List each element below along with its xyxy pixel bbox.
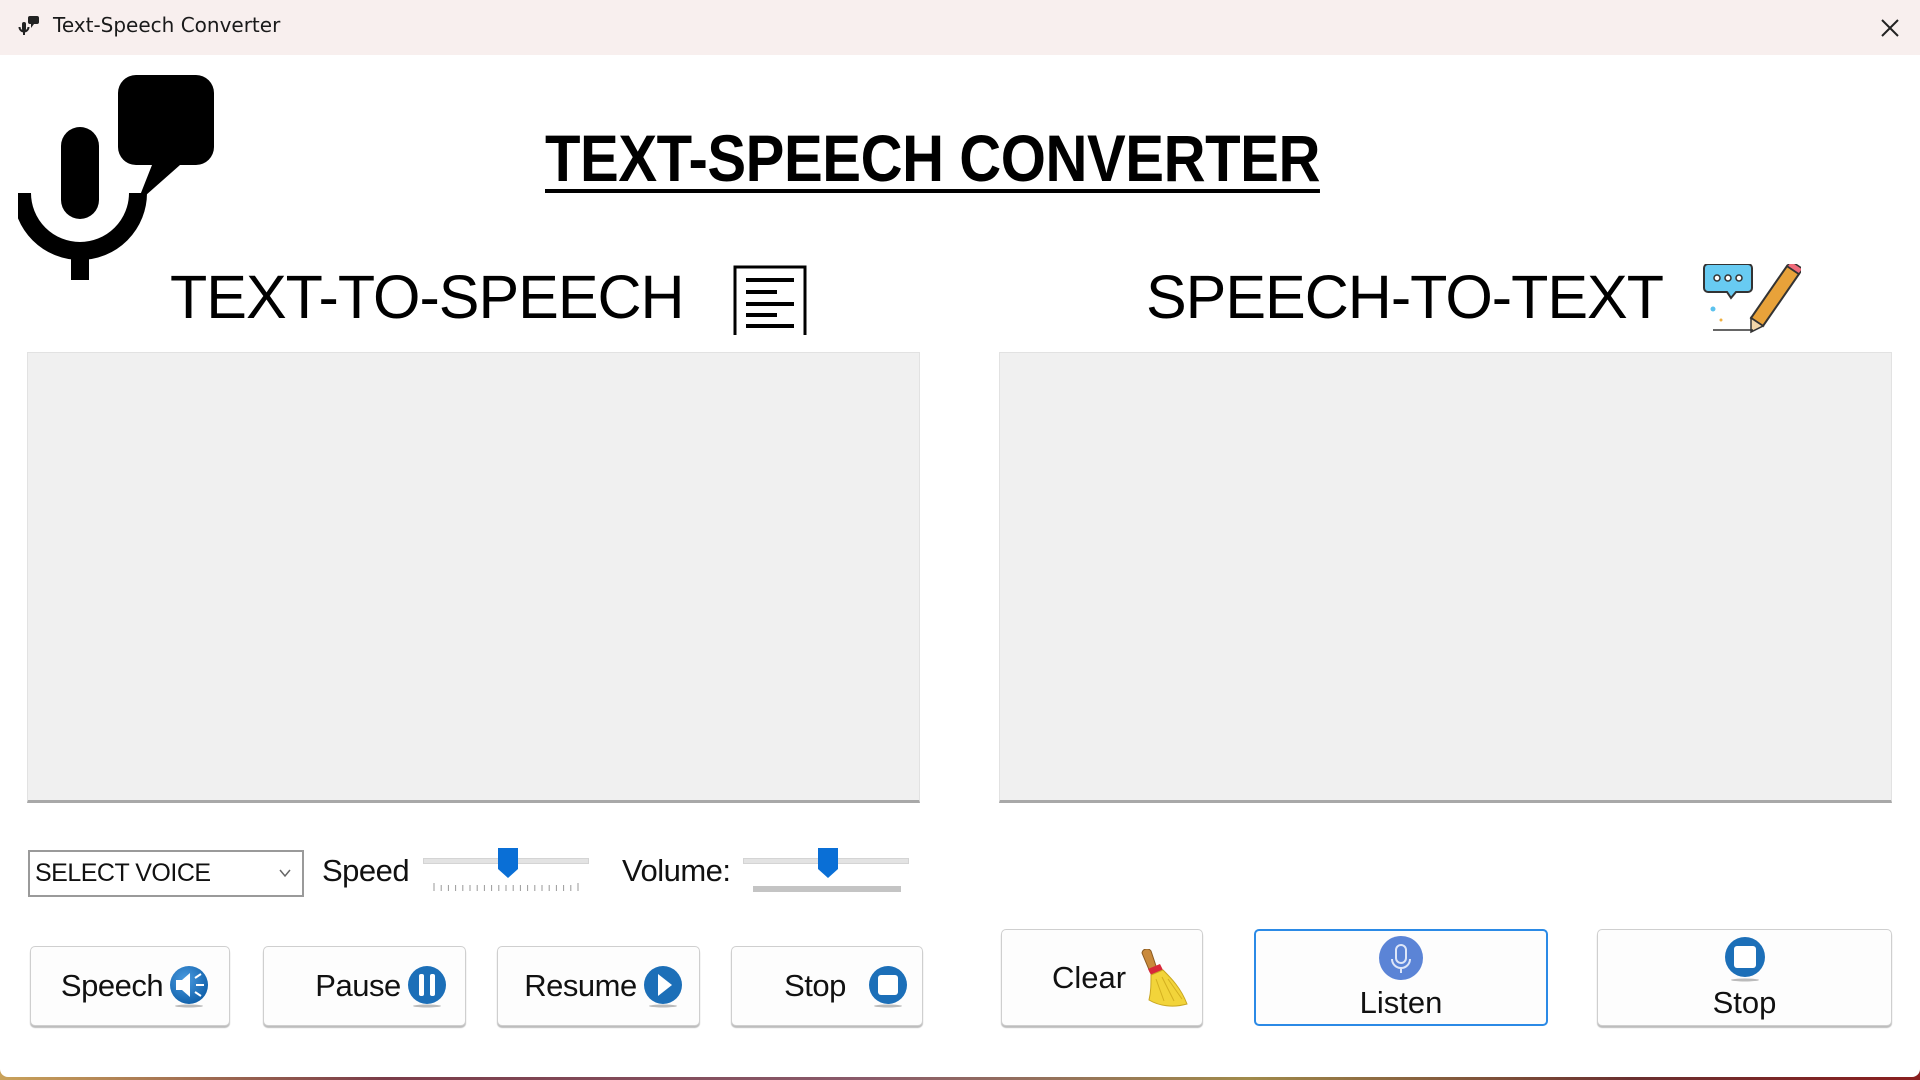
window-title: Text-Speech Converter: [53, 13, 281, 37]
stop-speech-button-label: Stop: [784, 968, 846, 1003]
volume-slider[interactable]: [743, 845, 909, 895]
stt-text-output[interactable]: [999, 352, 1892, 803]
page-title: TEXT-SPEECH CONVERTER: [545, 121, 1320, 195]
volume-slider-bar: [753, 886, 901, 892]
speed-slider[interactable]: [423, 845, 589, 895]
resume-button-label: Resume: [524, 968, 637, 1003]
document-lines-icon: [733, 265, 807, 335]
resume-button[interactable]: Resume: [497, 946, 700, 1026]
voice-select-value: SELECT VOICE: [35, 859, 211, 887]
pause-button[interactable]: Pause: [263, 946, 466, 1026]
title-bar: Text-Speech Converter: [0, 0, 1920, 55]
tts-heading: TEXT-TO-SPEECH: [170, 263, 685, 331]
pause-icon: [407, 966, 446, 1008]
app-window: Text-Speech Converter TEXT-SPEECH CONVER…: [0, 0, 1920, 1077]
chevron-down-icon: [279, 869, 291, 878]
stop-listening-button[interactable]: Stop: [1597, 929, 1892, 1026]
stop-speech-button[interactable]: Stop: [731, 946, 923, 1026]
listen-button-label: Listen: [1359, 984, 1443, 1020]
stop-icon: [1724, 936, 1765, 981]
speed-label: Speed: [322, 853, 410, 888]
broom-icon: [1141, 948, 1188, 1007]
speech-button-label: Speech: [60, 968, 164, 1003]
clear-button[interactable]: Clear: [1001, 929, 1203, 1026]
microphone-icon: [1379, 935, 1423, 980]
stt-heading: SPEECH-TO-TEXT: [1146, 263, 1664, 331]
mic-speech-bubble-logo: [18, 75, 214, 280]
tts-text-input[interactable]: [27, 352, 920, 803]
voice-select[interactable]: SELECT VOICE: [28, 850, 304, 897]
mic-speech-icon: [18, 16, 39, 35]
clear-button-label: Clear: [1051, 959, 1127, 995]
speech-button[interactable]: Speech: [30, 946, 230, 1026]
pause-button-label: Pause: [315, 968, 401, 1003]
volume-label: Volume:: [622, 853, 731, 888]
close-icon: [1881, 18, 1899, 37]
speed-slider-ticks: [433, 883, 579, 891]
speaker-icon: [170, 966, 209, 1008]
stop-icon: [868, 966, 907, 1008]
listen-button[interactable]: Listen: [1254, 929, 1548, 1026]
chat-pencil-icon: [1703, 264, 1801, 334]
play-icon: [643, 966, 682, 1008]
stop-listening-button-label: Stop: [1712, 984, 1777, 1020]
close-button[interactable]: [1860, 0, 1920, 55]
speed-slider-thumb[interactable]: [497, 847, 519, 879]
volume-slider-thumb[interactable]: [817, 847, 839, 879]
